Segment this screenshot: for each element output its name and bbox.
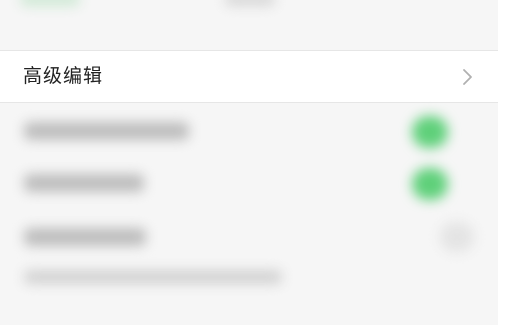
blurred-setting-label	[24, 122, 189, 140]
blurred-toggle-on	[412, 168, 448, 200]
blurred-setting-description	[24, 270, 282, 284]
settings-screen: 高级编辑	[0, 0, 510, 325]
blurred-setting-label	[24, 228, 146, 246]
blurred-item	[20, 0, 80, 6]
blurred-toggle-off	[440, 222, 474, 252]
blurred-setting-label	[24, 174, 144, 192]
blurred-top-area	[0, 0, 510, 48]
advanced-edit-label: 高级编辑	[23, 65, 104, 87]
blurred-settings-list	[0, 104, 510, 325]
blurred-toggle-on	[412, 116, 448, 148]
advanced-edit-row[interactable]: 高级编辑	[0, 50, 498, 103]
right-edge-strip	[498, 0, 510, 325]
chevron-right-icon	[463, 69, 472, 85]
blurred-item	[225, 0, 275, 6]
